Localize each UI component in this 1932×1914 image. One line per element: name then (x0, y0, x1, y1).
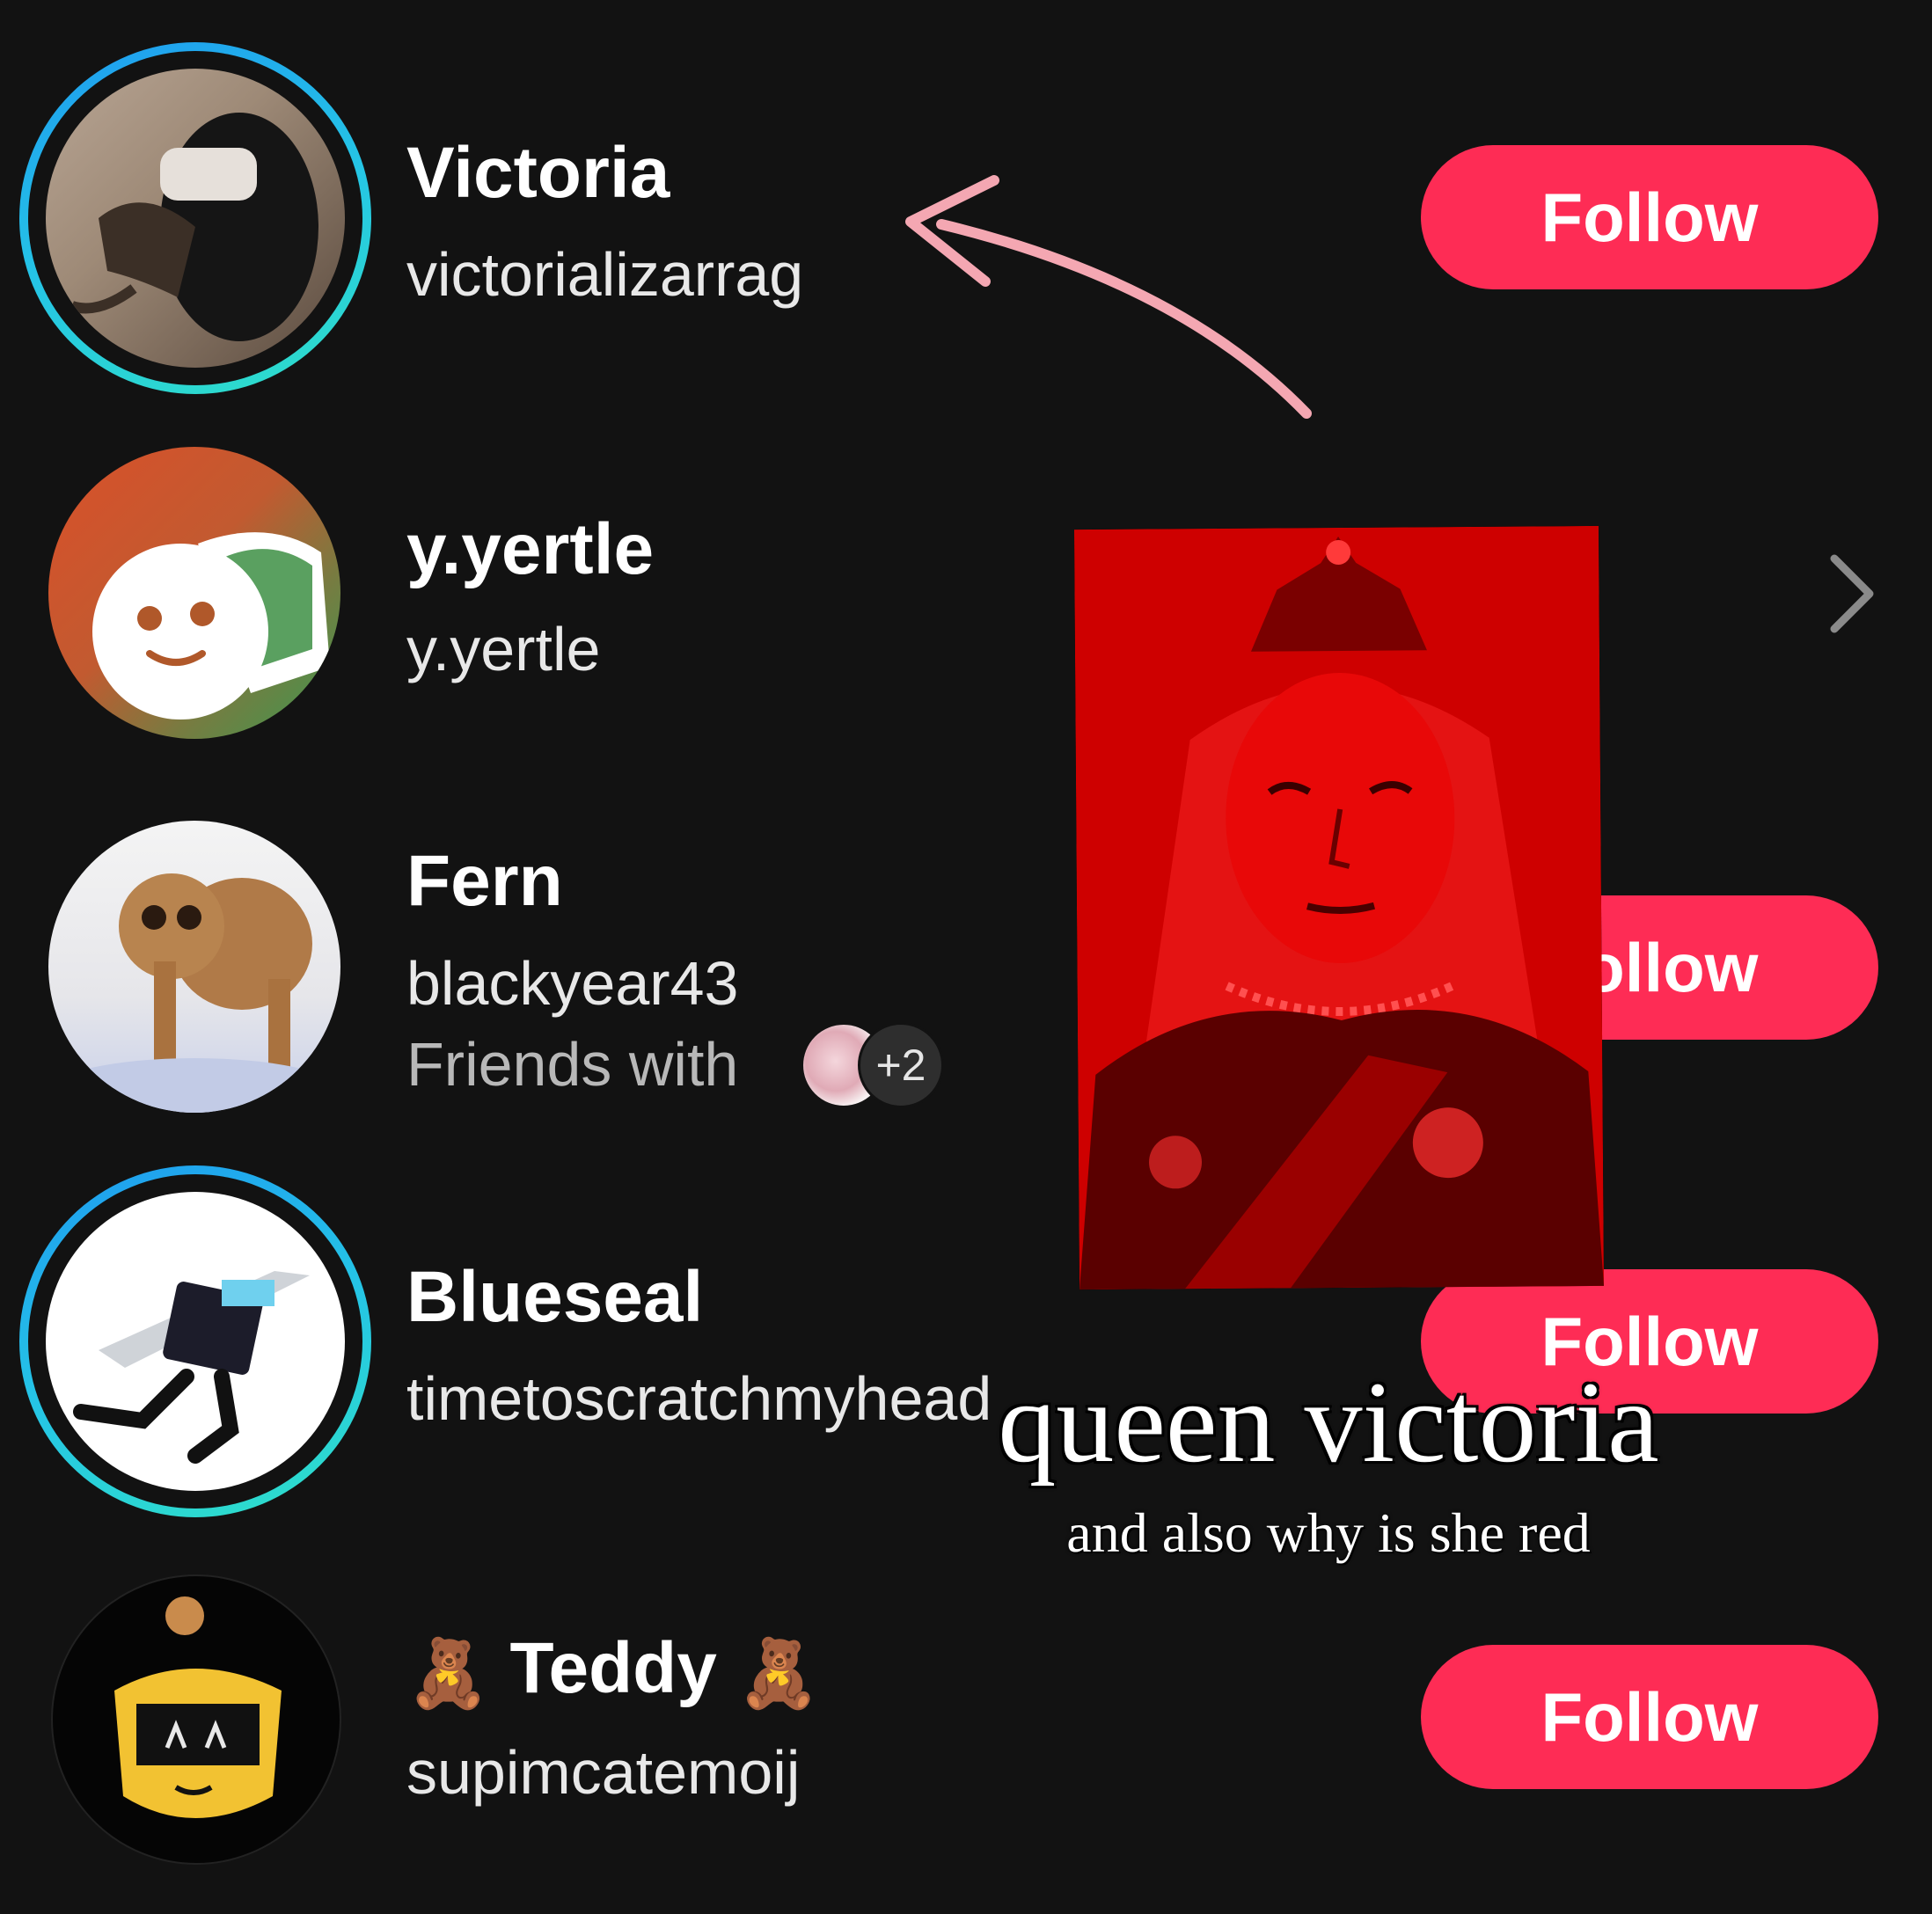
follow-button[interactable]: Follow (1421, 1645, 1878, 1789)
teddy-bear-emoji: 🧸 (406, 1636, 490, 1712)
user-handle: supimcatemoij (406, 1738, 801, 1807)
user-handle: y.yertle (406, 615, 601, 683)
user-display-name[interactable]: Victoria (406, 132, 670, 215)
user-display-name[interactable]: 🧸 Teddy 🧸 (406, 1627, 820, 1713)
mutual-friends-count: +2 (858, 1022, 944, 1108)
video-caption: queen victoria (998, 1357, 1659, 1487)
video-subcaption: and also why is she red (1066, 1501, 1591, 1564)
user-display-name[interactable]: Blueseal (406, 1256, 703, 1339)
follow-button[interactable]: Follow (1421, 145, 1878, 289)
avatar-fern[interactable] (48, 821, 340, 1113)
avatar-victoria[interactable] (46, 69, 345, 368)
user-handle: blackyear43 (406, 949, 739, 1018)
arrow-annotation-icon (905, 175, 1312, 419)
user-display-name[interactable]: Fern (406, 840, 563, 923)
user-handle: victorializarrag (406, 240, 804, 309)
chevron-right-icon[interactable] (1821, 550, 1883, 638)
user-display-name[interactable]: y.yertle (406, 508, 654, 591)
user-handle: timetoscratchmyhead (406, 1364, 992, 1433)
teddy-bear-emoji: 🧸 (736, 1636, 821, 1712)
queen-victoria-portrait (1073, 525, 1605, 1290)
avatar-teddy[interactable] (51, 1574, 341, 1865)
mutual-friends-label: Friends with (406, 1030, 739, 1099)
avatar-yertle[interactable] (48, 447, 340, 739)
avatar-blueseal[interactable] (46, 1192, 345, 1491)
